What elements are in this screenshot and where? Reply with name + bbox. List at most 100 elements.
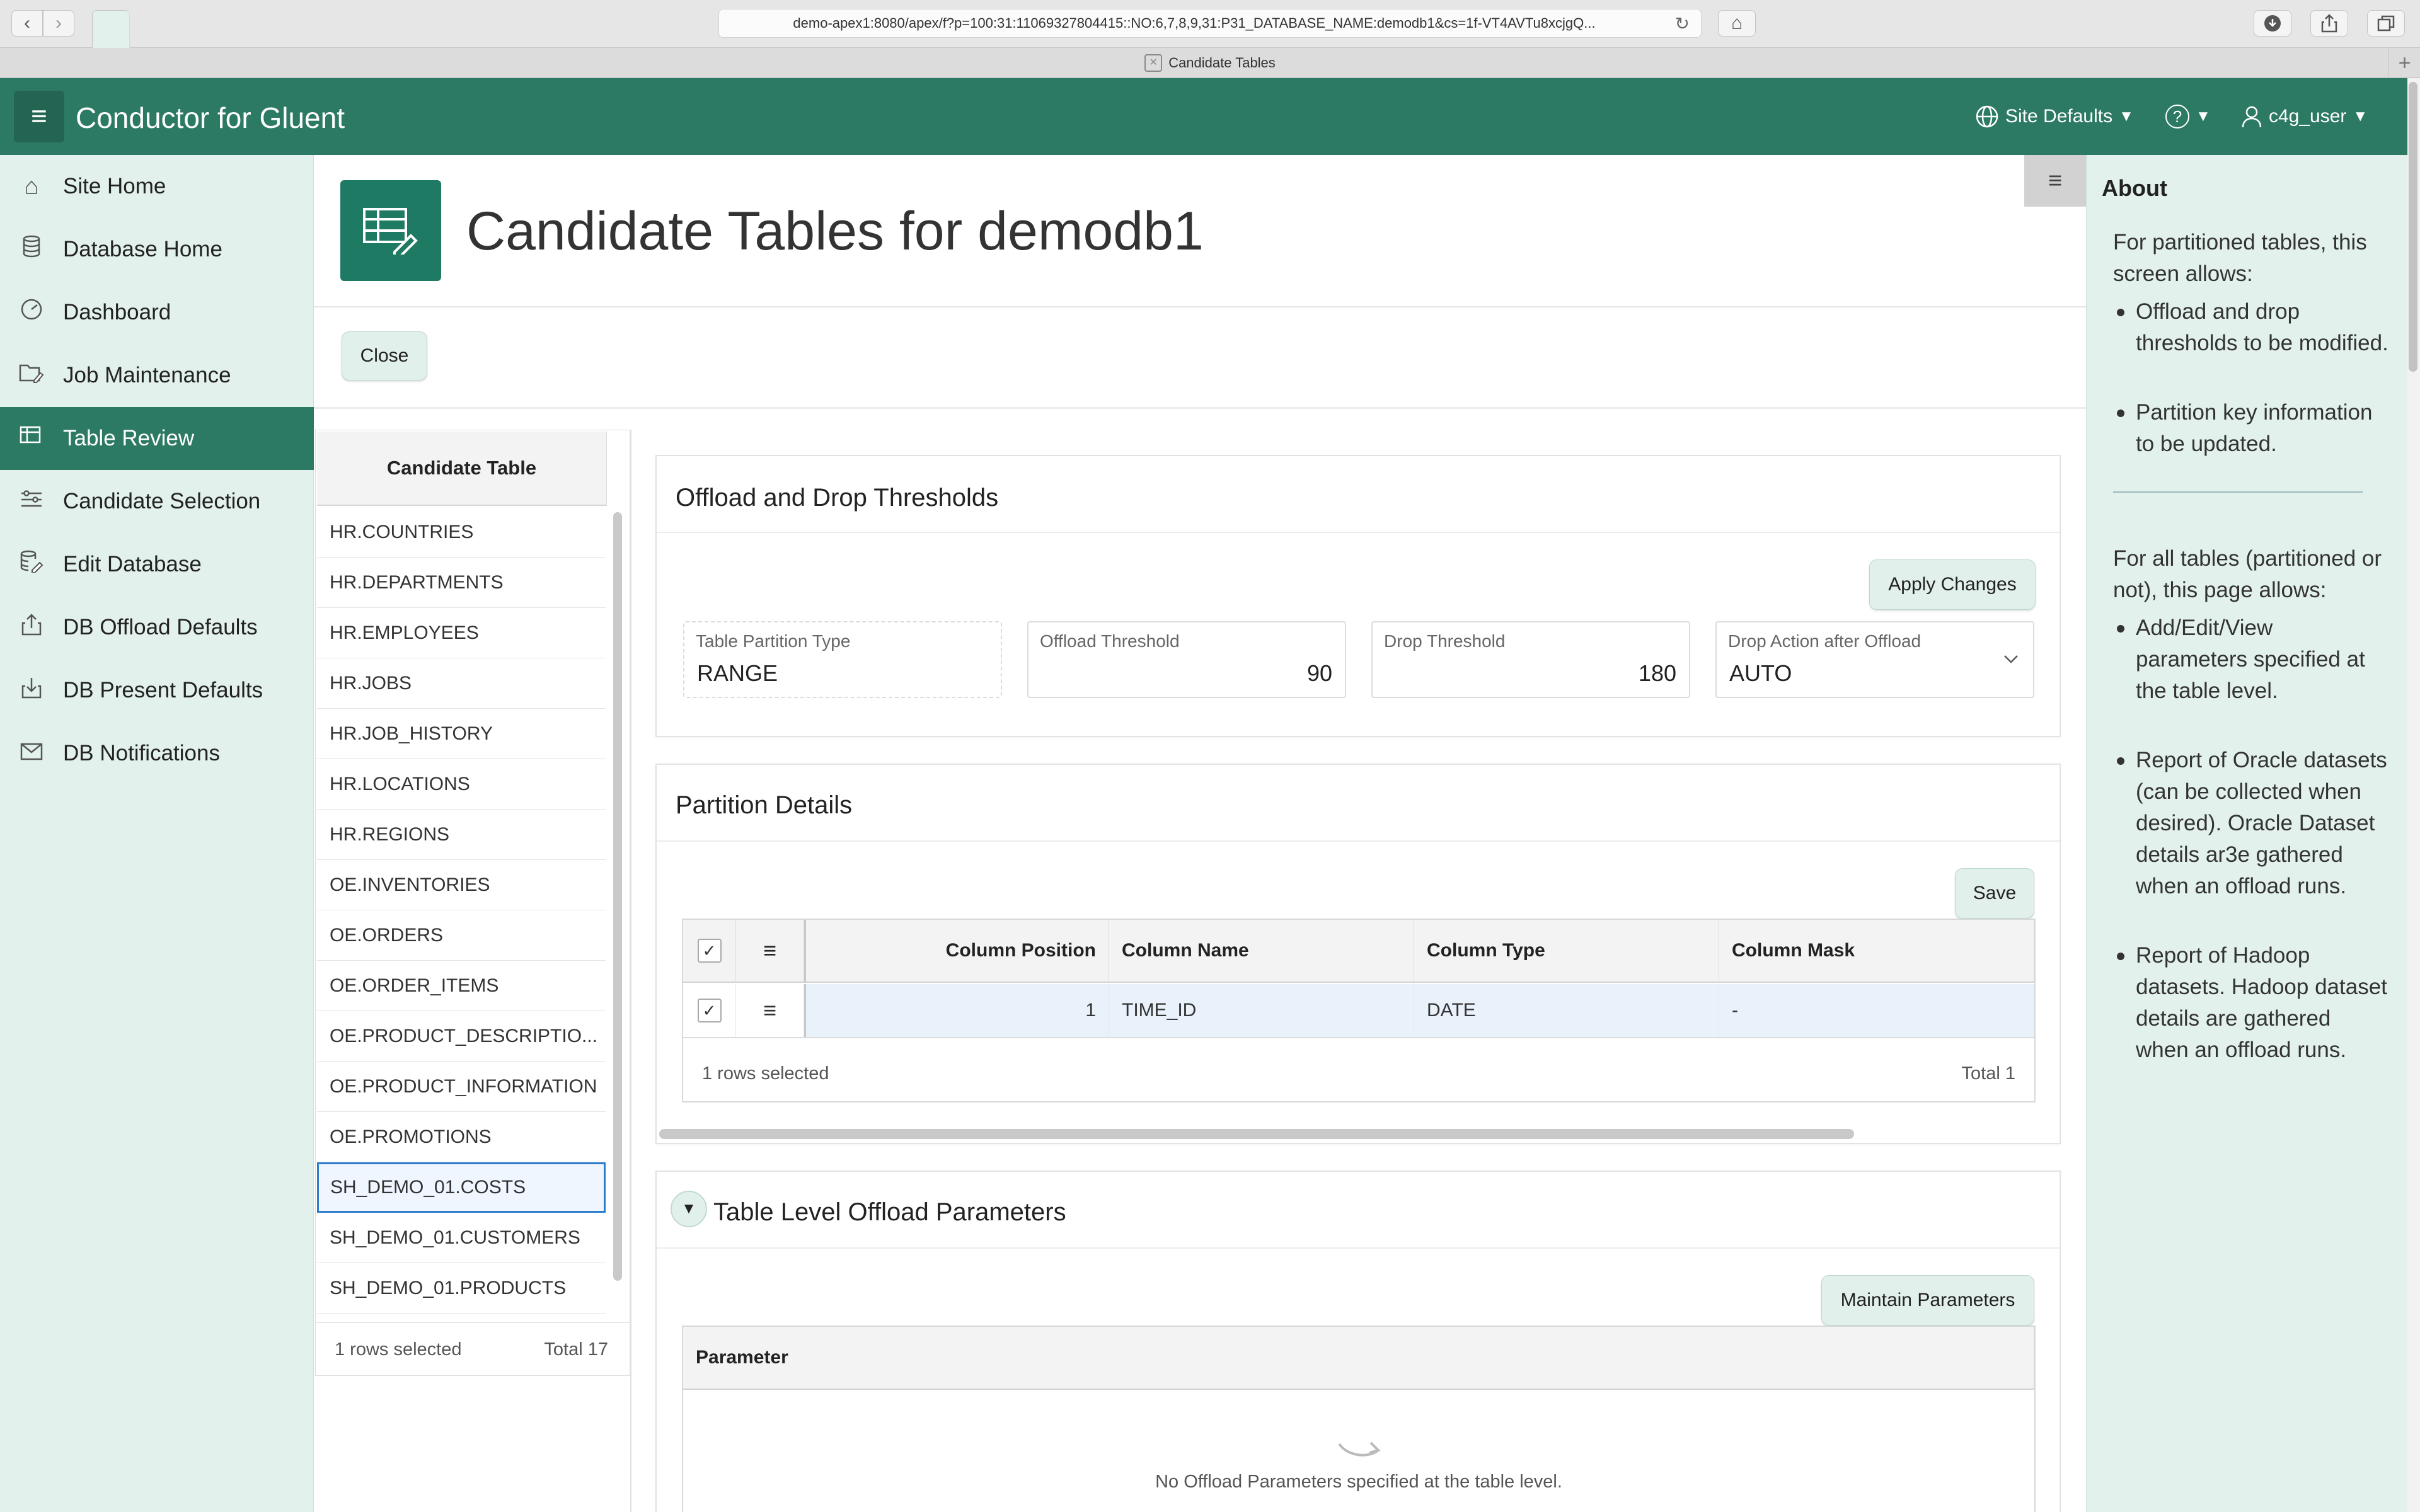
sidebar-item-label: Job Maintenance [63, 363, 231, 387]
apply-changes-button[interactable]: Apply Changes [1869, 559, 2036, 610]
select-all-checkbox[interactable]: ✓ [697, 939, 722, 963]
drop-threshold-input[interactable]: Drop Threshold 180 [1371, 621, 1690, 698]
list-item[interactable]: OE.PROMOTIONS [317, 1112, 606, 1162]
download-icon[interactable] [2254, 10, 2291, 37]
scrollbar[interactable] [613, 512, 622, 1281]
empty-state [683, 1440, 2034, 1469]
sidebar-item-candidate-selection[interactable]: Candidate Selection [0, 470, 314, 533]
row-checkbox-cell: ✓ [683, 984, 736, 1037]
column-header[interactable]: Parameter [683, 1327, 2034, 1390]
about-bullet: Report of Oracle datasets (can be collec… [2113, 745, 2388, 902]
column-header[interactable]: Column Position [804, 920, 1109, 983]
share-icon[interactable] [2310, 10, 2348, 37]
caret-down-icon: ▼ [2353, 108, 2368, 125]
sidebar-item-edit-database[interactable]: Edit Database [0, 533, 314, 596]
sidebar-item-table-review[interactable]: Table Review [0, 407, 314, 470]
drop-action-select[interactable]: Drop Action after Offload AUTO [1715, 621, 2034, 698]
list-item[interactable]: HR.REGIONS [317, 810, 606, 860]
list-footer: 1 rows selected Total 17 [316, 1322, 630, 1375]
collapse-icon[interactable]: ▼ [671, 1191, 707, 1227]
menu-icon[interactable]: ≡ [14, 91, 64, 142]
list-item[interactable]: OE.ORDERS [317, 910, 606, 961]
sidebar-item-db-offload-defaults[interactable]: DB Offload Defaults [0, 596, 314, 659]
folder-edit-icon [0, 362, 63, 389]
url-field[interactable]: demo-apex1:8080/apex/f?p=100:31:11069327… [718, 9, 1702, 38]
sidebar-item-job-maintenance[interactable]: Job Maintenance [0, 344, 314, 407]
sidebar-item-db-notifications[interactable]: DB Notifications [0, 722, 314, 785]
list-item[interactable]: OE.INVENTORIES [317, 860, 606, 910]
download-icon [0, 676, 63, 705]
empty-message: No Offload Parameters specified at the t… [1155, 1472, 1562, 1492]
divider [2113, 491, 2363, 493]
list-item[interactable]: SH_DEMO_01.PRODUCTS [317, 1263, 606, 1314]
browser-toolbar: ‹ › demo-apex1:8080/apex/f?p=100:31:1106… [0, 0, 2420, 1367]
list-item[interactable]: OE.PRODUCT_DESCRIPTIO... [317, 1011, 606, 1062]
divider [657, 840, 2060, 842]
column-header-candidate-table[interactable]: Candidate Table [317, 432, 607, 506]
page-scrollbar-thumb[interactable] [2409, 82, 2417, 372]
column-header[interactable]: Column Type [1414, 920, 1719, 983]
column-header[interactable]: Column Mask [1719, 920, 2034, 983]
sidebar: ⌂ Site Home Database Home Dashboard Job … [0, 155, 314, 1512]
list-item[interactable]: HR.JOBS [317, 658, 606, 709]
sidebar-item-label: Table Review [63, 426, 195, 450]
close-button[interactable]: Close [342, 331, 427, 381]
tab-title: Candidate Tables [1168, 54, 1276, 71]
field-label: Table Partition Type [696, 631, 851, 651]
region-title: Offload and Drop Thresholds [676, 484, 999, 512]
table-cell[interactable]: 1 [804, 984, 1109, 1037]
partition-details-region: Partition Details Save ✓ ≡ Column Positi… [655, 764, 2061, 1144]
list-item-selected[interactable]: SH_DEMO_01.COSTS [317, 1162, 606, 1213]
region-title: Table Level Offload Parameters [713, 1198, 1066, 1226]
url-text: demo-apex1:8080/apex/f?p=100:31:11069327… [793, 15, 1596, 31]
divider [657, 532, 2060, 533]
sidebar-item-label: Site Home [63, 174, 166, 198]
sidebar-item-database-home[interactable]: Database Home [0, 218, 314, 281]
row-actions-header: ≡ [736, 920, 804, 983]
column-header[interactable]: Column Name [1109, 920, 1414, 983]
sidebar-item-label: DB Notifications [63, 741, 220, 765]
menu-icon[interactable]: ≡ [763, 937, 776, 964]
list-item[interactable]: SH_DEMO_01.CUSTOMERS [317, 1213, 606, 1263]
sidebar-item-db-present-defaults[interactable]: DB Present Defaults [0, 659, 314, 722]
parameters-grid: Parameter No Offload Parameters specifie… [682, 1326, 2036, 1512]
about-panel-toggle-icon[interactable]: ≡ [2024, 155, 2086, 207]
row-checkbox[interactable]: ✓ [697, 999, 722, 1022]
forward-icon[interactable]: › [43, 10, 74, 37]
offload-threshold-input[interactable]: Offload Threshold 90 [1027, 621, 1346, 698]
list-item[interactable]: HR.EMPLOYEES [317, 608, 606, 658]
list-item[interactable]: HR.JOB_HISTORY [317, 709, 606, 759]
site-defaults-menu[interactable]: Site Defaults ▼ [1975, 105, 2134, 129]
table-cell[interactable]: DATE [1414, 984, 1719, 1037]
table-cell[interactable]: - [1719, 984, 2034, 1037]
list-item[interactable]: HR.COUNTRIES [317, 507, 606, 558]
sidebar-item-dashboard[interactable]: Dashboard [0, 281, 314, 344]
back-icon[interactable]: ‹ [11, 10, 43, 37]
browser-tab[interactable]: ✕ Candidate Tables + [0, 48, 2420, 78]
list-item[interactable]: OE.ORDER_ITEMS [317, 961, 606, 1011]
list-item[interactable]: HR.DEPARTMENTS [317, 558, 606, 608]
sidebar-item-site-home[interactable]: ⌂ Site Home [0, 155, 314, 218]
maintain-parameters-button[interactable]: Maintain Parameters [1821, 1275, 2034, 1326]
divider [314, 306, 2087, 307]
save-button[interactable]: Save [1955, 868, 2034, 919]
sidebar-item-label: DB Offload Defaults [63, 615, 258, 639]
help-menu[interactable]: ? ▼ [2165, 105, 2211, 129]
list-item[interactable]: OE.PRODUCT_INFORMATION [317, 1062, 606, 1112]
table-cell[interactable]: TIME_ID [1109, 984, 1414, 1037]
home-icon[interactable]: ⌂ [1718, 10, 1756, 37]
new-tab-icon[interactable]: + [2388, 48, 2420, 78]
divider [683, 1037, 2034, 1038]
list-item[interactable]: HR.LOCATIONS [317, 759, 606, 810]
reload-icon[interactable]: ↻ [1675, 13, 1690, 34]
tabs-icon[interactable] [2367, 10, 2405, 37]
about-bullet: Offload and drop thresholds to be modifi… [2113, 296, 2388, 359]
divider [630, 430, 631, 1512]
favicon-icon: ✕ [1144, 54, 1163, 72]
table-edit-icon [340, 180, 441, 281]
row-menu-icon[interactable]: ≡ [763, 997, 776, 1024]
table-partition-type-field: Table Partition Type RANGE [683, 621, 1002, 698]
total-text: Total 1 [1961, 1063, 2015, 1084]
horizontal-scrollbar[interactable] [659, 1129, 1854, 1139]
user-menu[interactable]: c4g_user ▼ [2241, 105, 2368, 129]
